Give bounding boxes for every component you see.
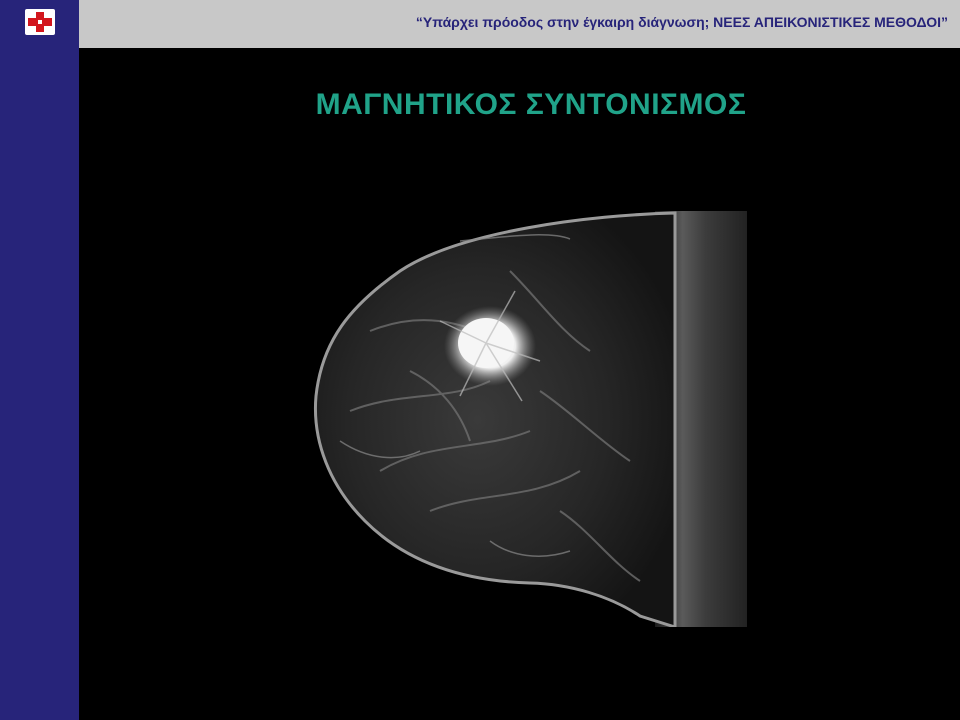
mri-image	[310, 211, 747, 627]
red-cross-logo-icon	[24, 8, 55, 40]
header-bar: “Υπάρχει πρόοδος στην έγκαιρη διάγνωση; …	[79, 0, 960, 48]
left-sidebar-bar	[0, 48, 79, 720]
logo-box	[0, 0, 79, 48]
header-title: “Υπάρχει πρόοδος στην έγκαιρη διάγνωση; …	[415, 14, 948, 30]
slide-title: ΜΑΓΝΗΤΙΚΟΣ ΣΥΝΤΟΝΙΣΜΟΣ	[315, 88, 747, 121]
